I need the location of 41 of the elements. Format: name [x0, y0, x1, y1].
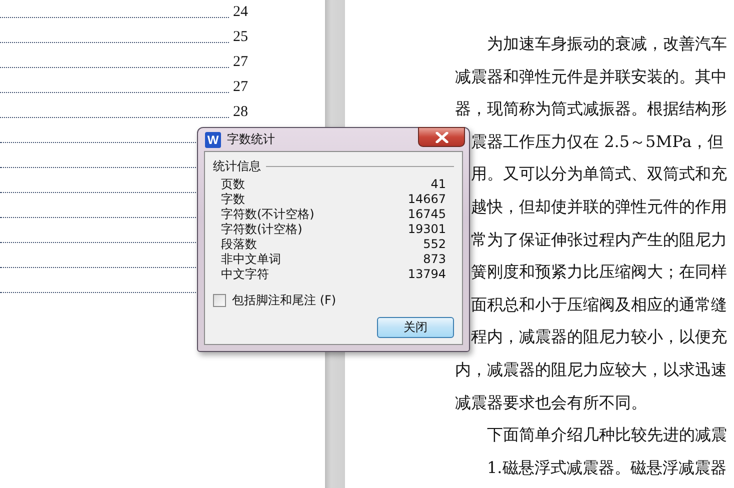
paragraph-line: 减震器要求也会有所不同。: [455, 392, 647, 412]
close-button[interactable]: [418, 127, 465, 147]
group-title: 统计信息: [213, 158, 261, 175]
stat-label: 字符数(不计空格): [221, 207, 314, 222]
toc-page-number: 27: [233, 79, 248, 96]
stat-value: 19301: [408, 222, 446, 237]
stat-label: 非中文单词: [221, 252, 281, 267]
stat-label: 段落数: [221, 237, 257, 252]
paragraph-line: 内，减震器的阻尼力应较大，以求迅速: [455, 360, 727, 379]
paragraph-line: 程内，减震器的阻尼力较小，以便充: [471, 327, 727, 346]
close-dialog-button[interactable]: 关闭: [377, 317, 454, 338]
stat-label: 页数: [221, 177, 245, 192]
paragraph-line: 簧刚度和预紧力比压缩阀大；在同样: [471, 262, 727, 282]
close-icon: [434, 132, 448, 142]
paragraph-line: 越快，但却使并联的弹性元件的作用: [471, 196, 727, 216]
toc-page-number: 25: [233, 29, 248, 46]
paragraph-line: 器，现简称为筒式减振器。根据结构形: [455, 99, 727, 118]
stat-value: 552: [423, 237, 446, 252]
stat-value: 13794: [408, 267, 446, 282]
stat-value: 41: [430, 177, 446, 192]
toc-page-number: 28: [233, 104, 248, 121]
stat-value: 873: [423, 252, 446, 267]
checkbox-label: 包括脚注和尾注 (F): [232, 292, 336, 309]
paragraph-line: 震器工作压力仅在 2.5～5MPa，但: [471, 132, 724, 151]
stat-label: 中文字符: [221, 267, 269, 282]
app-logo-icon: W: [205, 132, 221, 148]
dialog-title: 字数统计: [227, 131, 275, 148]
checkbox[interactable]: [213, 294, 226, 307]
paragraph-line: 下面简单介绍几种比较先进的减震: [487, 425, 727, 444]
paragraph-line: 为加速车身振动的衰减，改善汽车: [487, 34, 727, 53]
paragraph-line: 面积总和小于压缩阀及相应的通常缝: [471, 294, 727, 314]
toc-page-number: 24: [233, 4, 248, 21]
stat-value: 14667: [408, 192, 446, 207]
paragraph-line: 用。又可以分为单筒式、双筒式和充: [471, 164, 727, 184]
stat-value: 16745: [408, 207, 446, 222]
toc-page-number: 27: [233, 54, 248, 71]
stat-label: 字数: [221, 192, 245, 207]
paragraph-line: 1.磁悬浮式减震器。磁悬浮减震器: [487, 458, 726, 477]
paragraph-line: 常为了保证伸张过程内产生的阻尼力: [471, 230, 727, 249]
stat-label: 字符数(计空格): [221, 222, 302, 237]
paragraph-line: 减震器和弹性元件是并联安装的。其中: [455, 66, 727, 86]
